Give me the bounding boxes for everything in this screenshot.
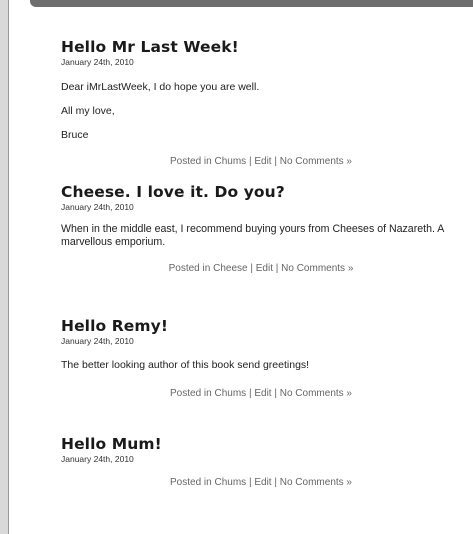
- post-paragraph: The better looking author of this book s…: [61, 359, 310, 371]
- post-title[interactable]: Hello Mr Last Week!: [61, 38, 461, 56]
- edit-link[interactable]: Edit: [254, 477, 271, 488]
- separator: |: [274, 477, 277, 488]
- separator: |: [248, 477, 252, 488]
- posted-in-label: Posted in: [168, 263, 211, 274]
- post-meta: Posted in Chums | Edit | No Comments »: [61, 388, 461, 400]
- page: Hello Mr Last Week! January 24th, 2010 D…: [0, 0, 473, 534]
- edit-link[interactable]: Edit: [254, 156, 271, 167]
- separator: |: [250, 263, 253, 274]
- posted-in-label: Posted in: [170, 156, 212, 167]
- post: Hello Remy! January 24th, 2010 The bette…: [61, 317, 461, 435]
- post-date: January 24th, 2010: [61, 454, 134, 464]
- post: Hello Mum! January 24th, 2010 Posted in …: [61, 435, 461, 505]
- separator: |: [275, 263, 279, 274]
- posted-in-label: Posted in: [170, 388, 212, 399]
- post: Hello Mr Last Week! January 24th, 2010 D…: [61, 38, 461, 183]
- post-date: January 24th, 2010: [61, 202, 134, 212]
- post-paragraph: Dear iMrLastWeek, I do hope you are well…: [61, 81, 260, 93]
- post-meta: Posted in Cheese | Edit | No Comments »: [61, 263, 461, 275]
- posts-list: Hello Mr Last Week! January 24th, 2010 D…: [61, 38, 461, 505]
- edit-link[interactable]: Edit: [256, 263, 273, 274]
- comments-link[interactable]: No Comments »: [280, 388, 352, 399]
- left-gutter: [0, 0, 9, 534]
- category-link[interactable]: Chums: [214, 477, 246, 488]
- edit-link[interactable]: Edit: [254, 388, 271, 399]
- left-margin: [9, 0, 29, 534]
- post-title[interactable]: Hello Mum!: [61, 435, 461, 453]
- post-meta: Posted in Chums | Edit | No Comments »: [61, 156, 461, 168]
- posted-in-label: Posted in: [170, 477, 212, 488]
- post-paragraph: Bruce: [61, 129, 89, 141]
- comments-link[interactable]: No Comments »: [280, 477, 352, 488]
- separator: |: [248, 388, 252, 399]
- comments-link[interactable]: No Comments »: [280, 156, 352, 167]
- post-body: When in the middle east, I recommend buy…: [61, 223, 456, 249]
- post-body: The better looking author of this book s…: [61, 359, 461, 372]
- post-paragraph: All my love,: [61, 105, 115, 117]
- post-date: January 24th, 2010: [61, 57, 134, 67]
- separator: |: [248, 156, 252, 167]
- top-bar: [30, 0, 473, 7]
- comments-link[interactable]: No Comments »: [281, 263, 353, 274]
- category-link[interactable]: Chums: [214, 388, 246, 399]
- separator: |: [274, 388, 277, 399]
- separator: |: [274, 156, 277, 167]
- post-body: Dear iMrLastWeek, I do hope you are well…: [61, 81, 461, 142]
- post-title[interactable]: Cheese. I love it. Do you?: [61, 183, 461, 201]
- category-link[interactable]: Chums: [214, 156, 246, 167]
- post-date: January 24th, 2010: [61, 336, 134, 346]
- post: Cheese. I love it. Do you? January 24th,…: [61, 183, 461, 317]
- post-meta: Posted in Chums | Edit | No Comments »: [61, 477, 461, 489]
- post-title[interactable]: Hello Remy!: [61, 317, 461, 335]
- post-paragraph: When in the middle east, I recommend buy…: [61, 223, 444, 248]
- category-link[interactable]: Cheese: [213, 263, 247, 274]
